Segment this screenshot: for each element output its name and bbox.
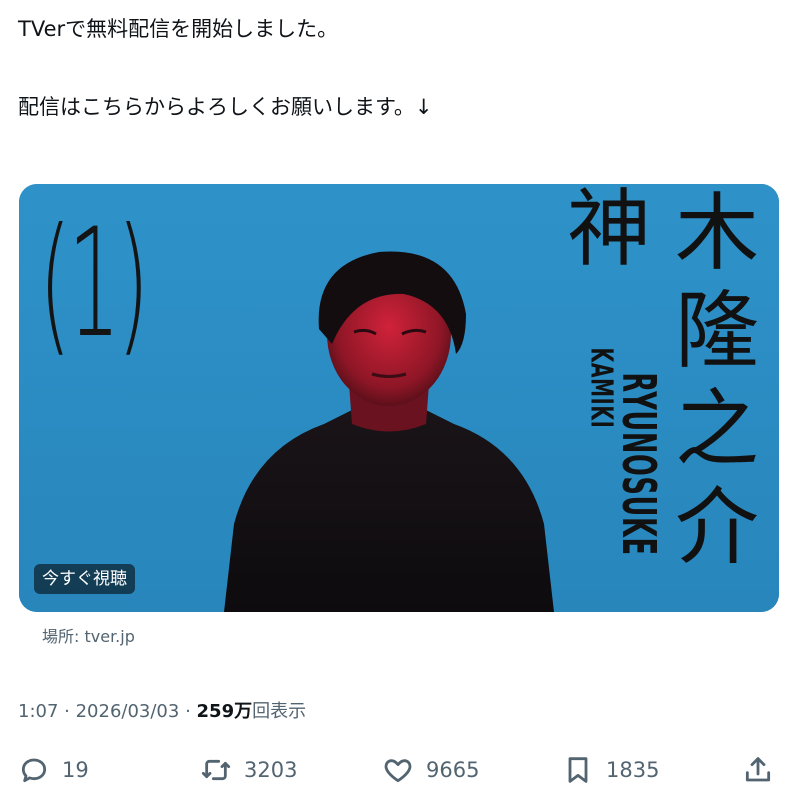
reply-count: 19 bbox=[62, 758, 89, 782]
name-kanji-char: 木 bbox=[674, 184, 759, 282]
name-kanji-1: 神 bbox=[566, 184, 651, 278]
name-kanji-char: 之 bbox=[674, 380, 759, 478]
tweet-time[interactable]: 1:07 bbox=[18, 701, 58, 722]
meta-separator: · bbox=[179, 701, 197, 722]
name-roman-2: RYUNOSUKE bbox=[612, 314, 666, 612]
tweet-line-2: 配信はこちらからよろしくお願いします。↓ bbox=[18, 95, 433, 119]
bookmark-count: 1835 bbox=[606, 758, 660, 782]
name-kanji-char: 介 bbox=[674, 478, 759, 576]
like-button[interactable]: 9665 bbox=[382, 748, 479, 792]
person-photo bbox=[224, 251, 554, 612]
reply-button[interactable]: 19 bbox=[18, 748, 89, 792]
card-source[interactable]: 場所: tver.jp bbox=[42, 623, 135, 647]
tweet-date[interactable]: 2026/03/03 bbox=[76, 701, 180, 722]
name-kanji-char: 隆 bbox=[674, 282, 759, 380]
bookmark-button[interactable]: 1835 bbox=[562, 748, 659, 792]
link-card[interactable]: (1) 神 木 隆 之 介 KAMIKI RYUNOSUKE 今すぐ視聴 bbox=[19, 184, 779, 612]
reply-icon bbox=[21, 758, 47, 783]
share-icon bbox=[745, 757, 771, 782]
view-count-suffix: 回表示 bbox=[252, 701, 307, 722]
share-button[interactable] bbox=[742, 748, 774, 792]
retweet-icon bbox=[201, 759, 231, 781]
heart-icon bbox=[384, 759, 412, 783]
retweet-count: 3203 bbox=[244, 758, 298, 782]
tweet-text: TVerで無料配信を開始しました。 配信はこちらからよろしくお願いします。↓ bbox=[18, 14, 778, 122]
like-count: 9665 bbox=[426, 758, 480, 782]
meta-separator: · bbox=[58, 701, 76, 722]
tweet-line-1: TVerで無料配信を開始しました。 bbox=[18, 17, 339, 41]
watch-now-badge[interactable]: 今すぐ視聴 bbox=[34, 564, 135, 594]
name-roman-1: KAMIKI bbox=[584, 288, 619, 488]
name-roman-2-text: RYUNOSUKE bbox=[612, 372, 666, 556]
view-count: 259万 bbox=[196, 701, 253, 722]
episode-number: (1) bbox=[39, 197, 149, 371]
bookmark-icon bbox=[568, 757, 588, 783]
name-kanji-2: 木 隆 之 介 bbox=[667, 184, 767, 576]
retweet-button[interactable]: 3203 bbox=[200, 748, 297, 792]
action-bar: 19 3203 9665 1835 bbox=[0, 748, 798, 792]
tweet-meta: 1:07 · 2026/03/03 · 259万回表示 bbox=[18, 697, 306, 723]
